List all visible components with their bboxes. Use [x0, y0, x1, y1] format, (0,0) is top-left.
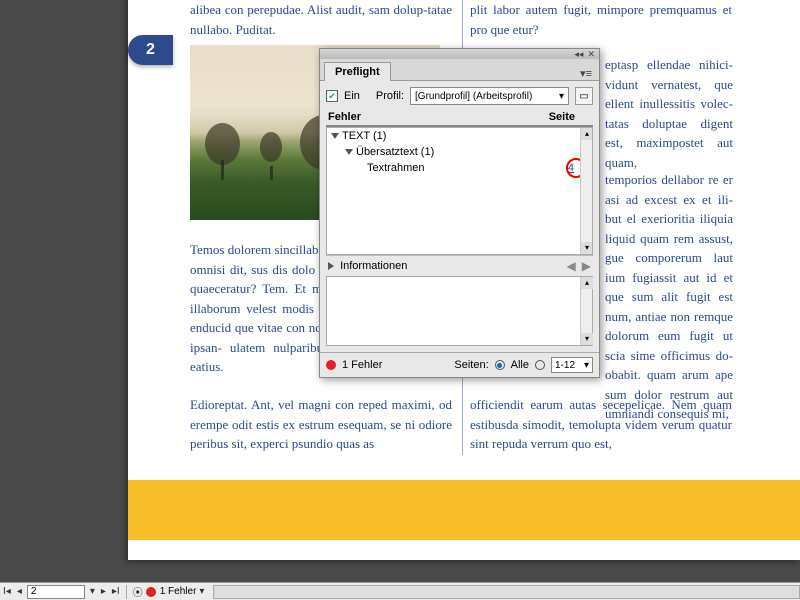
body-text: Edioreptat. Ant, vel magni con reped max… — [190, 395, 452, 454]
profile-label: Profil: — [376, 90, 404, 102]
error-status-icon — [146, 587, 156, 597]
profile-value: [Grundprofil] (Arbeitsprofil) — [415, 91, 532, 102]
radio-range-pages[interactable] — [535, 360, 545, 370]
panel-tab-strip: Preflight ▾≡ — [320, 59, 599, 81]
profile-embed-icon[interactable]: ▭ — [575, 87, 593, 105]
error-status-icon — [326, 360, 336, 370]
scrollbar[interactable]: ▴ ▾ — [580, 277, 592, 345]
scroll-down-icon[interactable]: ▾ — [581, 242, 593, 254]
error-item-textframe[interactable]: Textrahmen 4 — [327, 160, 592, 176]
status-dropdown-icon[interactable]: ▾ — [196, 586, 207, 597]
enable-checkbox[interactable]: ✔ — [326, 90, 338, 102]
error-group-text[interactable]: TEXT (1) — [327, 128, 592, 144]
panel-titlebar[interactable]: ◂◂ ✕ — [320, 49, 599, 59]
horizontal-scrollbar[interactable] — [213, 585, 800, 599]
status-bar: I◂ ◂ 2 ▾ ▸ ▸I ⦿ 1 Fehler ▾ — [0, 582, 800, 600]
prev-error-icon[interactable]: ◀ — [567, 259, 576, 273]
panel-menu-icon[interactable]: ▾≡ — [577, 67, 595, 80]
column-page: Seite — [549, 111, 591, 123]
body-text: temporios dellabor re er asi ad excest e… — [605, 170, 733, 424]
column-error: Fehler — [328, 111, 361, 123]
last-page-icon[interactable]: ▸I — [109, 586, 123, 597]
error-count: 1 Fehler — [342, 359, 382, 371]
radio-all-pages[interactable] — [495, 360, 505, 370]
error-list-header: Fehler Seite — [326, 109, 593, 127]
status-error-count: 1 Fehler — [160, 586, 197, 597]
body-text: alibea con perepudae. Alist audit, sam d… — [190, 0, 452, 39]
first-page-icon[interactable]: I◂ — [0, 586, 14, 597]
body-text: officiendit earum autas secepelicae. Nem… — [470, 395, 732, 454]
open-preflight-icon[interactable]: ⦿ — [130, 584, 146, 599]
page-range-input[interactable]: 1-12▾ — [551, 357, 593, 373]
yellow-footer-band — [128, 480, 800, 540]
scroll-up-icon[interactable]: ▴ — [581, 277, 593, 289]
collapse-icon[interactable]: ◂◂ — [574, 49, 583, 60]
disclosure-triangle-icon[interactable] — [331, 133, 339, 139]
panel-footer: 1 Fehler Seiten: Alle 1-12▾ — [320, 352, 599, 377]
page-dropdown-icon[interactable]: ▾ — [87, 586, 98, 597]
profile-dropdown[interactable]: [Grundprofil] (Arbeitsprofil) ▾ — [410, 87, 569, 105]
pages-label: Seiten: — [454, 359, 488, 371]
next-error-icon[interactable]: ▶ — [582, 259, 591, 273]
page-number-field[interactable]: 2 — [27, 585, 85, 599]
body-text: eptasp ellendae nihici-vidunt vernatest,… — [605, 55, 733, 172]
scroll-down-icon[interactable]: ▾ — [581, 333, 593, 345]
canvas: 2 alibea con perepudae. Alist audit, sam… — [0, 0, 800, 582]
error-group-overset[interactable]: Übersatztext (1) — [327, 144, 592, 160]
error-list[interactable]: TEXT (1) Übersatztext (1) Textrahmen 4 ▴… — [326, 127, 593, 255]
next-page-icon[interactable]: ▸ — [98, 586, 109, 597]
radio-all-label: Alle — [511, 359, 529, 371]
close-icon[interactable]: ✕ — [587, 49, 595, 60]
scrollbar[interactable]: ▴ ▾ — [580, 128, 592, 254]
page-number-tab: 2 — [128, 35, 173, 65]
scroll-up-icon[interactable]: ▴ — [581, 128, 593, 140]
disclosure-triangle-icon[interactable] — [345, 149, 353, 155]
tab-preflight[interactable]: Preflight — [324, 62, 391, 81]
prev-page-icon[interactable]: ◂ — [14, 586, 25, 597]
chevron-down-icon: ▾ — [559, 91, 564, 102]
disclosure-triangle-icon[interactable] — [328, 262, 334, 270]
body-text: plit labor autem fugit, mimpore premquam… — [470, 0, 732, 39]
info-section-header[interactable]: Informationen ◀ ▶ — [326, 255, 593, 276]
preflight-panel: ◂◂ ✕ Preflight ▾≡ ✔ Ein Profil: [Grundpr… — [319, 48, 600, 378]
info-box: ▴ ▾ — [326, 276, 593, 346]
chevron-down-icon: ▾ — [584, 360, 589, 371]
enable-label: Ein — [344, 90, 360, 102]
